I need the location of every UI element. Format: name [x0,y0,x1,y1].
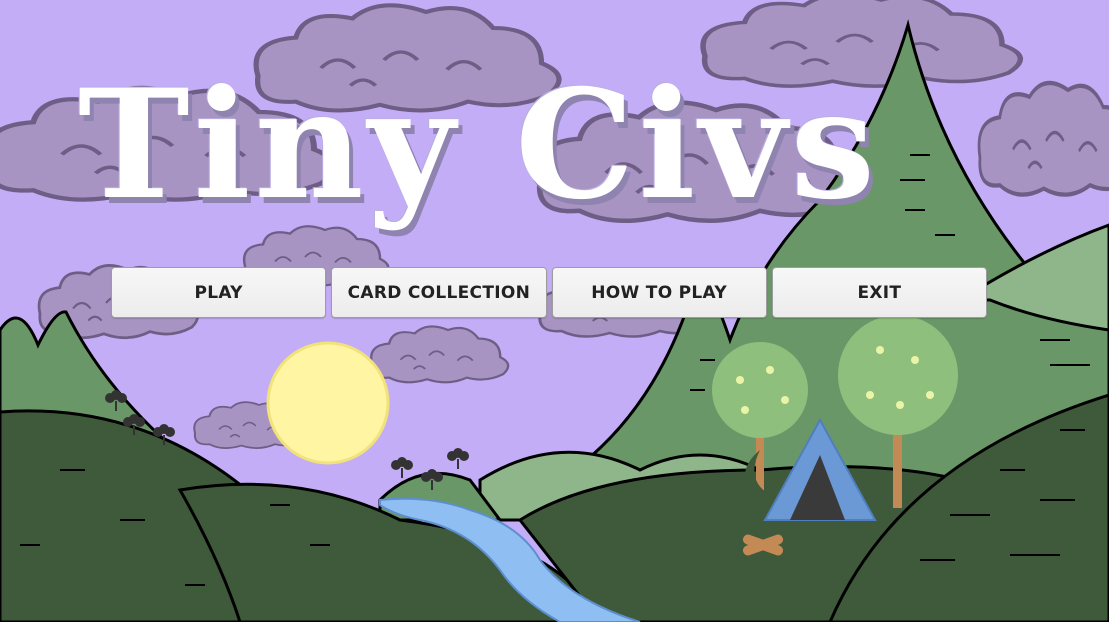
play-button[interactable]: PLAY [111,267,327,318]
exit-button[interactable]: EXIT [771,267,987,318]
sun [266,341,390,465]
main-menu: PLAY CARD COLLECTION HOW TO PLAY EXIT [111,267,987,318]
how-to-play-button[interactable]: HOW TO PLAY [551,267,767,318]
card-collection-button[interactable]: CARD COLLECTION [331,267,547,318]
game-title: Tiny Civs [78,57,880,233]
